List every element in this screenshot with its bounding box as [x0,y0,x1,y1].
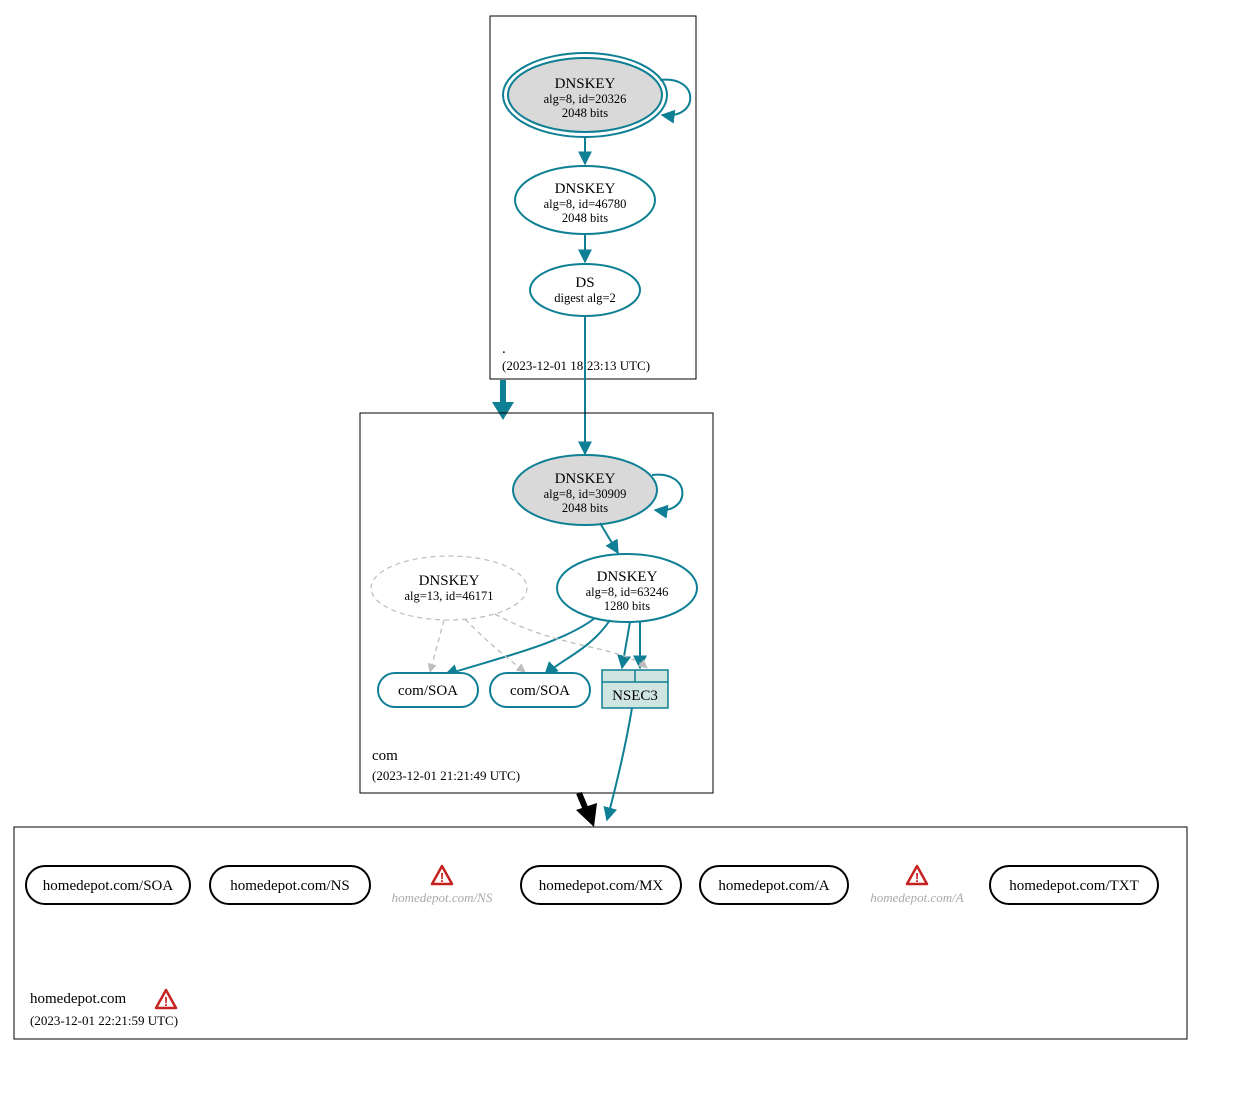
hd-a-warning[interactable]: ! homedepot.com/A [870,866,964,905]
svg-text:com/SOA: com/SOA [398,683,458,699]
warning-icon[interactable]: ! [156,990,176,1009]
svg-text:2048 bits: 2048 bits [562,501,608,515]
svg-text:homedepot.com/NS: homedepot.com/NS [230,878,350,894]
svg-text:DNSKEY: DNSKEY [419,573,480,589]
edge-zsk-nsec3-left [622,622,630,668]
svg-text:digest alg=2: digest alg=2 [554,291,616,305]
svg-text:DS: DS [575,275,594,291]
zone-com-name: com [372,748,398,764]
com-nsec3[interactable]: NSEC3 [602,670,668,708]
svg-text:DNSKEY: DNSKEY [555,76,616,92]
hd-ns[interactable]: homedepot.com/NS [210,866,370,904]
edge-alt-soa2 [465,619,525,672]
warning-icon: ! [907,866,927,885]
edge-nsec3-hd [607,708,632,820]
hd-a[interactable]: homedepot.com/A [700,866,848,904]
com-dnskey-alt[interactable]: DNSKEY alg=13, id=46171 [371,556,527,620]
svg-text:DNSKEY: DNSKEY [597,569,658,585]
svg-text:alg=8, id=30909: alg=8, id=30909 [544,487,627,501]
svg-text:1280 bits: 1280 bits [604,599,650,613]
svg-text:alg=8, id=46780: alg=8, id=46780 [544,197,627,211]
com-dnskey-ksk[interactable]: DNSKEY alg=8, id=30909 2048 bits [513,455,657,525]
zone-com: com (2023-12-01 21:21:49 UTC) DNSKEY alg… [360,413,713,793]
hd-txt[interactable]: homedepot.com/TXT [990,866,1158,904]
zone-hd-name: homedepot.com [30,991,127,1007]
svg-text:homedepot.com/A: homedepot.com/A [718,878,829,894]
svg-text:2048 bits: 2048 bits [562,106,608,120]
svg-text:DNSKEY: DNSKEY [555,471,616,487]
svg-text:!: ! [915,870,919,885]
svg-text:alg=8, id=20326: alg=8, id=20326 [544,92,627,106]
svg-text:2048 bits: 2048 bits [562,211,608,225]
svg-text:!: ! [164,994,168,1009]
hd-ns-warning[interactable]: ! homedepot.com/NS [392,866,493,905]
edge-com-ksk-zsk [600,523,618,553]
dnssec-diagram: . (2023-12-01 18:23:13 UTC) DNSKEY alg=8… [0,0,1257,1098]
root-ds[interactable]: DS digest alg=2 [530,264,640,316]
svg-text:homedepot.com/MX: homedepot.com/MX [539,878,664,894]
svg-text:alg=13, id=46171: alg=13, id=46171 [404,589,493,603]
svg-text:DNSKEY: DNSKEY [555,181,616,197]
com-dnskey-zsk[interactable]: DNSKEY alg=8, id=63246 1280 bits [557,554,697,622]
svg-text:alg=8, id=63246: alg=8, id=63246 [586,585,669,599]
zone-root-timestamp: (2023-12-01 18:23:13 UTC) [502,358,650,373]
svg-text:homedepot.com/SOA: homedepot.com/SOA [43,878,174,894]
zone-homedepot: homedepot.com (2023-12-01 22:21:59 UTC) … [14,827,1187,1039]
edge-alt-soa1 [430,620,444,672]
zone-hd-timestamp: (2023-12-01 22:21:59 UTC) [30,1013,178,1028]
svg-text:com/SOA: com/SOA [510,683,570,699]
zone-root: . (2023-12-01 18:23:13 UTC) DNSKEY alg=8… [490,16,696,379]
root-dnskey-zsk[interactable]: DNSKEY alg=8, id=46780 2048 bits [515,166,655,234]
svg-text:!: ! [440,870,444,885]
zone-com-timestamp: (2023-12-01 21:21:49 UTC) [372,768,520,783]
root-dnskey-ksk[interactable]: DNSKEY alg=8, id=20326 2048 bits [503,53,667,137]
svg-text:homedepot.com/NS: homedepot.com/NS [392,890,493,905]
com-soa-1[interactable]: com/SOA [378,673,478,707]
svg-text:homedepot.com/TXT: homedepot.com/TXT [1009,878,1139,894]
svg-text:NSEC3: NSEC3 [612,688,658,704]
hd-soa[interactable]: homedepot.com/SOA [26,866,190,904]
com-soa-2[interactable]: com/SOA [490,673,590,707]
hd-mx[interactable]: homedepot.com/MX [521,866,681,904]
zone-root-name: . [502,341,506,357]
warning-icon: ! [432,866,452,885]
svg-text:homedepot.com/A: homedepot.com/A [870,890,964,905]
